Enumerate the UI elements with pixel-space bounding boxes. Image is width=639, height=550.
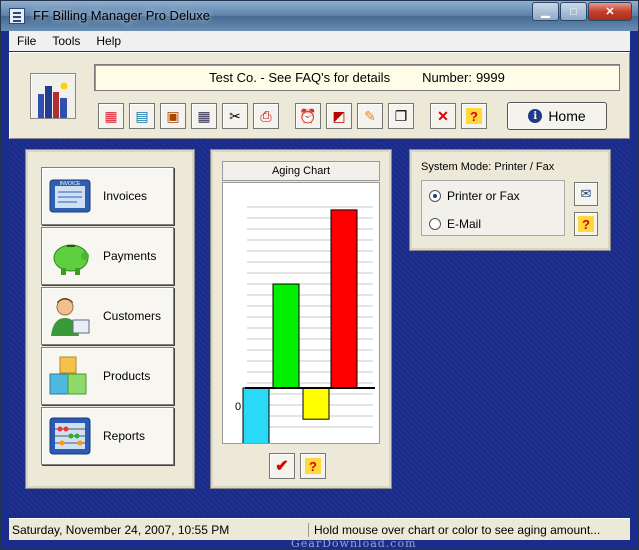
menu-help[interactable]: Help [88,34,129,48]
app-icon [9,8,25,24]
invoice-icon-text: INVOICE [60,181,81,187]
printer-fax-radio[interactable] [429,190,441,202]
copy-documents-icon: ❐ [394,107,408,124]
envelope-icon: ✉ [580,186,592,201]
chart-help-button[interactable]: ? [300,453,326,479]
customers-label: Customers [103,309,162,323]
aging-bar-1[interactable] [272,283,300,389]
status-datetime: Saturday, November 24, 2007, 10:55 PM [9,522,309,537]
city-buildings-icon [38,82,68,118]
workspace: INVOICE Invoices Payments Customers Prod… [9,142,630,515]
app-window: FF Billing Manager Pro Deluxe ▁ □ ✕ File… [0,0,639,550]
close-icon: ✕ [437,107,449,124]
mode-options: Printer or Fax E-Mail [421,180,565,236]
system-mode-title: System Mode: Printer / Fax [421,161,555,173]
piggy-bank-icon [47,234,93,278]
help-icon: ? [305,458,321,474]
invoices-button[interactable]: INVOICE Invoices [41,167,174,225]
close-icon: ✕ [605,6,615,18]
spreadsheet-button[interactable]: ▦ [98,103,124,129]
company-name: Test Co. - See FAQ's for details [209,70,391,85]
alarm-clock-icon: ⏰ [299,107,317,124]
aging-chart[interactable]: 0 [222,182,380,444]
minimize-icon: ▁ [541,6,550,18]
window-title: FF Billing Manager Pro Deluxe [33,8,211,23]
title-bar[interactable]: FF Billing Manager Pro Deluxe ▁ □ ✕ [1,1,638,31]
close-window-button[interactable]: ✕ [588,2,632,21]
alarm-clock-button[interactable]: ⏰ [295,103,321,129]
menu-file[interactable]: File [9,34,44,48]
toolbar-panel: Test Co. - See FAQ's for details Number:… [9,52,630,139]
aging-bar-3[interactable] [330,209,358,389]
watermark: GearDownload.com [291,537,417,550]
product-boxes-icon [47,354,93,398]
menu-bar: File Tools Help [9,31,630,51]
payments-button[interactable]: Payments [41,227,174,285]
customer-person-icon [47,294,93,338]
copy-documents-button[interactable]: ❐ [388,103,414,129]
status-hint: Hold mouse over chart or color to see ag… [314,522,601,537]
checkmark-icon: ✔ [275,458,289,475]
minimize-button[interactable]: ▁ [532,2,559,21]
calendar-button[interactable]: ▦ [191,103,217,129]
maximize-button[interactable]: □ [560,2,587,21]
products-button[interactable]: Products [41,347,174,405]
home-label: Home [548,108,586,124]
menu-tools[interactable]: Tools [44,34,88,48]
reports-button[interactable]: Reports [41,407,174,465]
products-label: Products [103,369,151,383]
calculator-icon: ▤ [135,107,149,124]
customers-button[interactable]: Customers [41,287,174,345]
company-info-display: Test Co. - See FAQ's for details Number:… [94,64,620,91]
pdf-button[interactable]: ⎙ [253,103,279,129]
chart-title: Aging Chart [222,161,380,181]
aging-bar-0[interactable] [242,387,270,443]
mode-help-button[interactable]: ? [574,212,598,236]
tools-button[interactable]: ✂ [222,103,248,129]
maximize-icon: □ [570,5,577,18]
help-icon: ? [466,108,482,124]
email-radio[interactable] [429,218,441,230]
eraser-button[interactable]: ◩ [326,103,352,129]
calendar-icon: ▦ [197,107,211,124]
info-icon: i [528,109,543,123]
aging-chart-panel: Aging Chart 0 ✔ ? [211,150,391,488]
invoice-icon: INVOICE [47,174,93,218]
window-controls: ▁ □ ✕ [531,2,632,21]
printer-fax-option[interactable]: Printer or Fax [429,189,520,203]
close-toolbar-button[interactable]: ✕ [430,103,456,129]
aging-chart-svg[interactable] [223,183,379,443]
briefcase-icon: ▣ [166,107,180,124]
pdf-icon: ⎙ [260,107,272,124]
help-icon: ? [578,216,594,232]
number-label: Number: [422,70,472,85]
zero-axis-label: 0 [235,401,242,413]
system-mode-panel: System Mode: Printer / Fax Printer or Fa… [410,150,610,250]
abacus-icon [47,414,93,458]
aging-bar-2[interactable] [302,387,330,420]
tools-icon: ✂ [229,107,241,124]
number-value: 9999 [475,70,505,85]
payments-label: Payments [103,249,157,263]
invoices-label: Invoices [103,189,148,203]
printer-fax-label: Printer or Fax [447,189,520,203]
navigation-panel: INVOICE Invoices Payments Customers Prod… [26,150,194,488]
help-toolbar-button[interactable]: ? [461,103,487,129]
paint-icon: ✎ [364,107,376,124]
chart-confirm-button[interactable]: ✔ [269,453,295,479]
reports-label: Reports [103,429,146,443]
home-button[interactable]: i Home [507,102,607,130]
paint-button[interactable]: ✎ [357,103,383,129]
calculator-button[interactable]: ▤ [129,103,155,129]
company-logo-button[interactable] [30,73,76,119]
briefcase-button[interactable]: ▣ [160,103,186,129]
email-label: E-Mail [447,217,482,231]
email-option[interactable]: E-Mail [429,217,481,231]
email-envelope-button[interactable]: ✉ [574,182,598,206]
eraser-icon: ◩ [332,107,346,124]
spreadsheet-icon: ▦ [104,107,118,124]
